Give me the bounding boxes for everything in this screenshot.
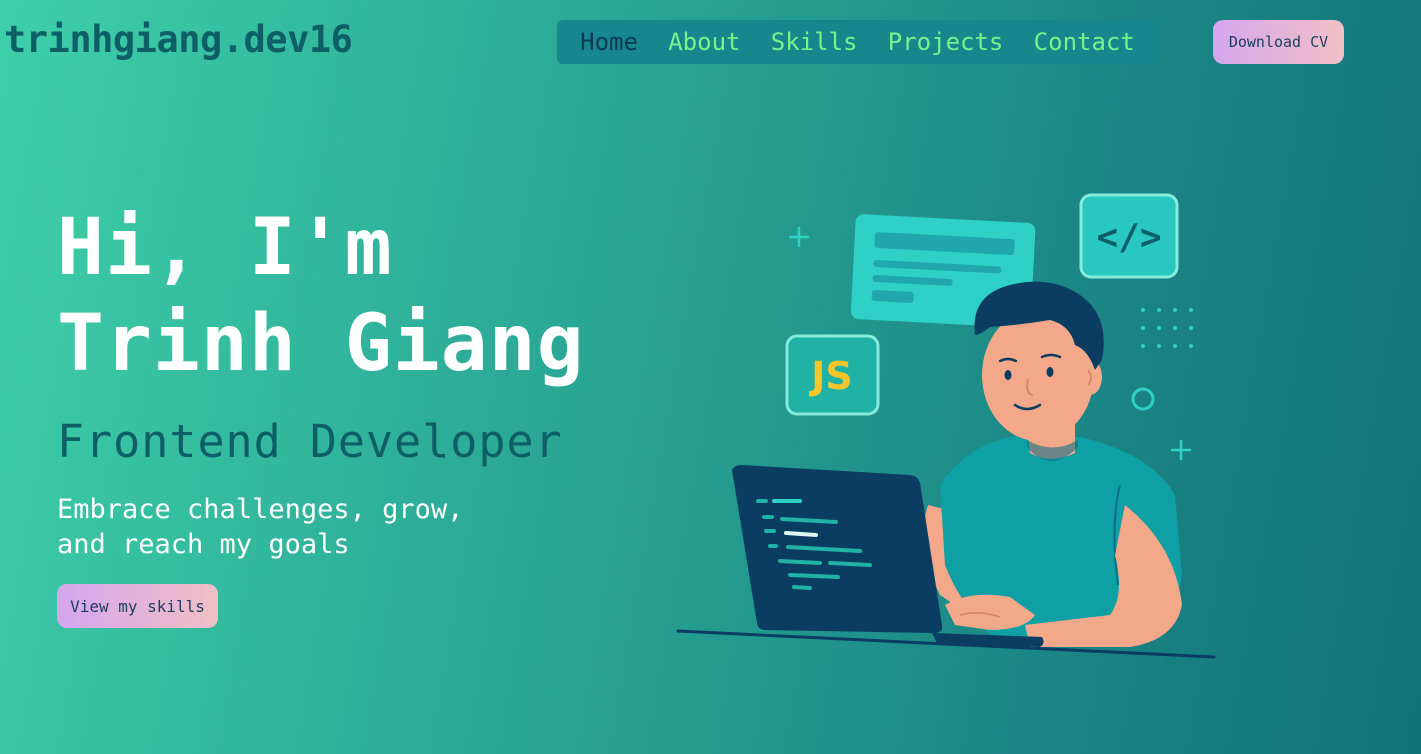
main-nav: Home About Skills Projects Contact [557, 20, 1158, 64]
nav-skills[interactable]: Skills [771, 28, 858, 56]
sparkle-plus-icon [1170, 439, 1192, 461]
hero-name: Trinh Giang [57, 299, 585, 389]
hero-greeting: Hi, I'm [57, 203, 393, 293]
nav-about[interactable]: About [668, 28, 740, 56]
nav-home[interactable]: Home [580, 28, 638, 56]
sparkle-plus-icon [788, 226, 810, 248]
hero-tagline: Embrace challenges, grow, and reach my g… [57, 494, 464, 560]
nav-projects[interactable]: Projects [888, 28, 1004, 56]
dot-grid-icon [1141, 308, 1193, 348]
hero-role: Frontend Developer [57, 415, 563, 468]
code-badge-text: </> [1096, 217, 1161, 258]
ring-icon [1131, 387, 1155, 411]
developer-illustration: </> JS [676, 193, 1216, 659]
hero-title: Hi, I'm Trinh Giang [57, 200, 585, 392]
download-cv-button[interactable]: Download CV [1213, 20, 1344, 64]
code-tag-icon: </> [1079, 193, 1179, 279]
view-skills-button[interactable]: View my skills [57, 584, 218, 628]
site-logo[interactable]: trinhgiang.dev16 [4, 18, 353, 61]
nav-contact[interactable]: Contact [1034, 28, 1135, 56]
js-badge-text: JS [808, 354, 853, 398]
developer-avatar [923, 281, 1182, 647]
javascript-icon: JS [785, 334, 880, 416]
